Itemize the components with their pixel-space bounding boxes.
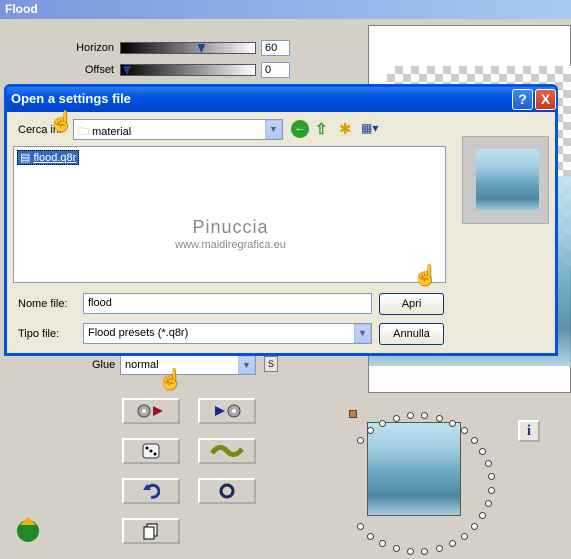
disk-save-icon <box>215 404 241 418</box>
glue-label: Glue <box>92 359 116 371</box>
back-icon[interactable]: ← <box>291 120 309 138</box>
file-item-name: flood.q8r <box>33 152 77 164</box>
watermark-url: www.maidiregrafica.eu <box>175 239 286 251</box>
ring-dot <box>379 540 387 548</box>
load-preset-button[interactable] <box>122 398 180 424</box>
chevron-down-icon[interactable]: ▼ <box>354 324 371 343</box>
ring-dot <box>479 512 487 519</box>
copy-button[interactable] <box>122 518 180 544</box>
horizon-value-field[interactable]: 60 <box>261 40 290 56</box>
open-button[interactable]: Apri <box>379 293 444 315</box>
lookin-value: material <box>92 126 132 138</box>
watermark-title: Pinuccia <box>192 217 269 237</box>
ring-dot <box>392 545 400 553</box>
ring-dot <box>479 447 487 455</box>
offset-slider[interactable] <box>120 64 256 76</box>
filename-label: Nome file: <box>18 298 68 310</box>
pointing-hand-icon: ☝ <box>49 111 74 133</box>
ring-dot <box>367 427 375 435</box>
pointing-hand-icon: ☝ <box>158 369 183 391</box>
ring-dot <box>448 539 456 547</box>
undo-button[interactable] <box>122 478 180 504</box>
offset-slider-thumb[interactable] <box>123 66 131 75</box>
ring-dot <box>448 420 456 428</box>
ring-dot <box>471 523 479 531</box>
disk-load-icon <box>137 404 163 418</box>
save-preset-button[interactable] <box>198 398 256 424</box>
up-folder-icon[interactable]: ⇧ <box>315 120 333 138</box>
ring-dot <box>421 412 429 420</box>
close-button[interactable]: X <box>535 89 556 110</box>
view-menu-icon[interactable]: ▦▾ <box>361 121 385 137</box>
offset-label: Offset <box>84 64 114 76</box>
ring-dot <box>367 532 375 540</box>
file-list[interactable]: ▤ flood.q8r Pinuccia www.maidiregrafica.… <box>13 146 446 283</box>
new-folder-icon[interactable]: ✱ <box>339 120 357 138</box>
cancel-button[interactable]: Annulla <box>379 323 444 345</box>
glue-select-value: normal <box>125 359 159 371</box>
folder-icon: 🗀 <box>78 126 89 138</box>
ring-dot <box>421 547 429 555</box>
window-title-bar: Flood <box>0 0 571 19</box>
help-icon: ? <box>518 91 527 107</box>
horizon-slider-thumb[interactable] <box>197 44 206 53</box>
app-logo-icon <box>14 515 42 543</box>
glue-select[interactable]: normal ▼ <box>120 355 256 375</box>
undo-icon <box>143 483 160 499</box>
file-icon: ▤ <box>20 152 31 164</box>
ring-dot <box>435 545 443 553</box>
dot-ring <box>330 400 500 559</box>
copy-icon <box>143 523 158 540</box>
info-button[interactable]: i <box>518 420 540 442</box>
ring-dot <box>356 436 364 444</box>
ring-icon <box>219 483 235 499</box>
file-list-item[interactable]: ▤ flood.q8r <box>17 150 80 165</box>
ring-dot <box>379 419 387 427</box>
ring-dot <box>356 523 364 531</box>
ring-dot <box>406 547 414 555</box>
pointing-hand-icon: ☝ <box>413 265 438 287</box>
glue-s-button[interactable]: S <box>264 356 278 372</box>
lookin-select[interactable]: 🗀 material ▼ <box>73 119 283 140</box>
chevron-down-icon[interactable]: ▼ <box>238 356 255 374</box>
dice-icon <box>142 443 160 459</box>
dialog-title: Open a settings file <box>11 91 131 106</box>
wave-button[interactable] <box>198 438 256 464</box>
random-button[interactable] <box>122 438 180 464</box>
ring-dot <box>487 486 495 494</box>
filename-input[interactable]: flood <box>83 293 372 314</box>
window-title: Flood <box>5 2 38 16</box>
ring-dot <box>484 460 492 468</box>
ring-dot <box>484 499 492 507</box>
ring-dot <box>392 414 400 422</box>
chevron-down-icon[interactable]: ▼ <box>265 120 282 139</box>
ring-dot <box>406 412 414 420</box>
horizon-label: Horizon <box>76 42 114 54</box>
ring-dot <box>461 427 469 435</box>
open-settings-dialog: Open a settings file ? X Cerca in: 🗀 mat… <box>4 84 558 356</box>
filetype-label: Tipo file: <box>18 328 60 340</box>
close-icon: X <box>540 91 551 107</box>
filetype-select[interactable]: Flood presets (*.q8r) ▼ <box>83 323 372 344</box>
horizon-slider[interactable] <box>120 42 256 54</box>
file-preview-box <box>462 136 549 224</box>
ring-dot <box>435 414 443 422</box>
filetype-value: Flood presets (*.q8r) <box>88 327 189 339</box>
ring-dot <box>487 473 495 481</box>
reset-button[interactable] <box>198 478 256 504</box>
wave-icon <box>210 445 244 457</box>
dialog-title-bar: Open a settings file ? X <box>7 87 556 112</box>
help-button[interactable]: ? <box>512 89 533 110</box>
file-preview-image <box>476 149 539 211</box>
ring-dot <box>461 532 469 540</box>
offset-value-field[interactable]: 0 <box>261 62 290 78</box>
ring-dot <box>471 436 479 444</box>
